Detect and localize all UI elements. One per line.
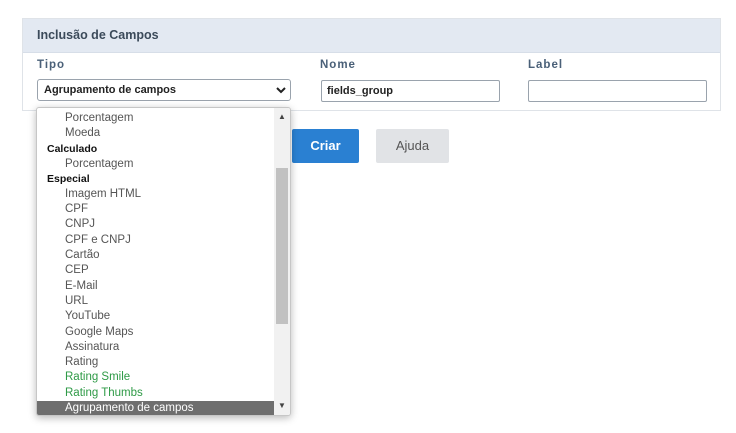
dropdown-scrollbar[interactable]: ▲ ▼: [274, 108, 290, 415]
dropdown-option[interactable]: Assinatura: [37, 340, 274, 355]
dropdown-option[interactable]: Rating Thumbs: [37, 386, 274, 401]
ajuda-button[interactable]: Ajuda: [376, 129, 449, 163]
dropdown-option[interactable]: CPF: [37, 202, 274, 217]
dropdown-option[interactable]: CEP: [37, 263, 274, 278]
scroll-thumb[interactable]: [276, 168, 288, 324]
dropdown-option[interactable]: Cartão: [37, 248, 274, 263]
scroll-down-arrow-icon[interactable]: ▼: [274, 399, 290, 413]
tipo-dropdown-list[interactable]: Porcentagem Moeda Calculado Porcentagem Espe…: [36, 107, 291, 416]
fields-inclusion-panel: Inclusão de Campos Tipo Nome Label Agrup…: [22, 18, 721, 111]
dropdown-group-label: Calculado: [47, 142, 98, 155]
tipo-select[interactable]: Agrupamento de campos: [37, 79, 291, 101]
dropdown-option[interactable]: Agrupamento de campos: [37, 401, 274, 415]
dropdown-option[interactable]: Rating: [37, 355, 274, 370]
dropdown-option[interactable]: Google Maps: [37, 325, 274, 340]
dropdown-option[interactable]: URL: [37, 294, 274, 309]
scroll-up-arrow-icon[interactable]: ▲: [274, 110, 290, 124]
label-label: Label: [528, 59, 564, 71]
dropdown-option[interactable]: CNPJ: [37, 217, 274, 232]
chevron-down-icon: [276, 80, 286, 107]
label-input[interactable]: [528, 80, 707, 102]
panel-title: Inclusão de Campos: [23, 19, 720, 53]
dropdown-option[interactable]: CPF e CNPJ: [37, 233, 274, 248]
dropdown-option[interactable]: Imagem HTML: [37, 187, 274, 202]
nome-input[interactable]: fields_group: [321, 80, 500, 102]
dropdown-group-label: Especial: [47, 172, 90, 185]
tipo-label: Tipo: [37, 59, 66, 71]
criar-button[interactable]: Criar: [292, 129, 359, 163]
dropdown-option[interactable]: Rating Smile: [37, 370, 274, 385]
dropdown-option[interactable]: Porcentagem: [37, 111, 274, 126]
dropdown-option[interactable]: YouTube: [37, 309, 274, 324]
dropdown-option[interactable]: E-Mail: [37, 279, 274, 294]
dropdown-option[interactable]: Porcentagem: [37, 157, 274, 172]
nome-label: Nome: [320, 59, 356, 71]
dropdown-options: Porcentagem Moeda Calculado Porcentagem Espe…: [37, 111, 274, 415]
tipo-select-value: Agrupamento de campos: [44, 84, 177, 96]
dropdown-option[interactable]: Moeda: [37, 126, 274, 141]
